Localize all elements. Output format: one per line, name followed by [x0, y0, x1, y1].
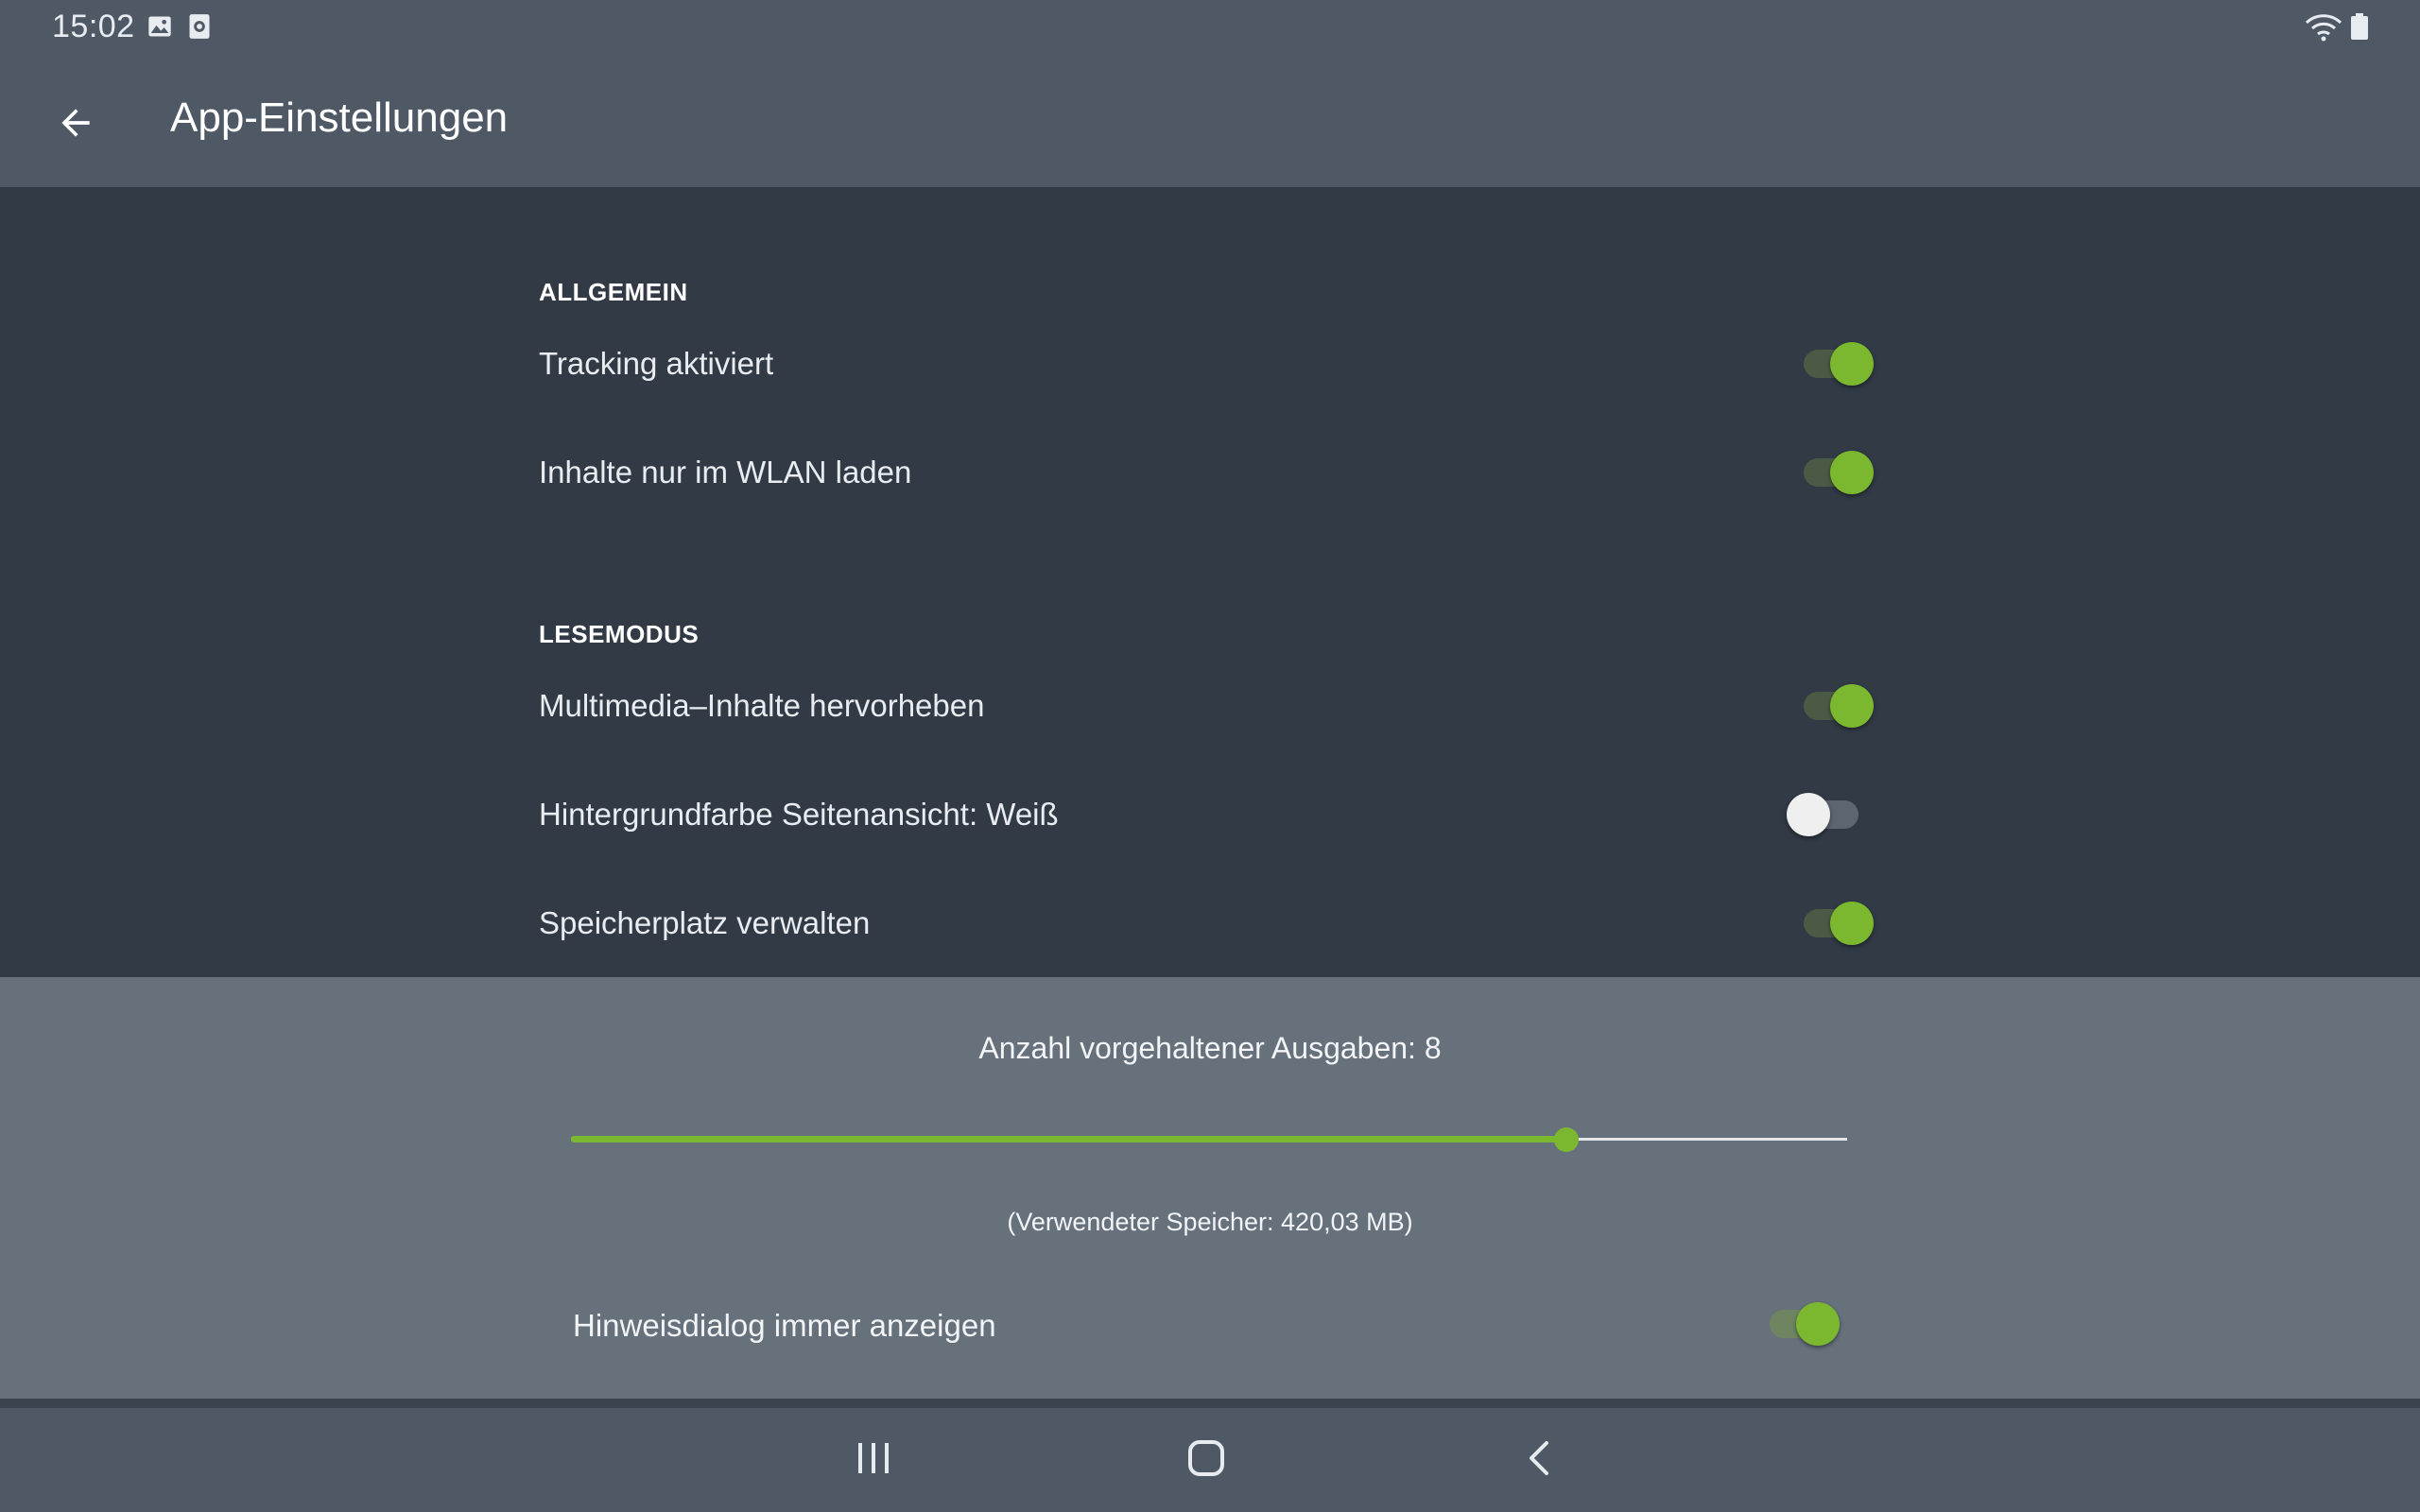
storage-panel: Anzahl vorgehaltener Ausgaben: 8 (Verwen…: [0, 977, 2420, 1399]
screen-recorder-icon: [187, 13, 212, 44]
settings-content: ALLGEMEIN Tracking aktiviert Inhalte nur…: [0, 187, 2420, 977]
setting-label-hint-dialog: Hinweisdialog immer anzeigen: [573, 1308, 996, 1343]
setting-label-storage: Speicherplatz verwalten: [539, 905, 871, 940]
setting-label-wlan-only: Inhalte nur im WLAN laden: [539, 455, 912, 490]
slider-fill: [571, 1136, 1566, 1143]
tracking-toggle[interactable]: [1798, 336, 1874, 389]
image-icon: [147, 13, 173, 44]
app-bar: App-Einstellungen: [0, 53, 2420, 187]
wifi-icon: [2305, 13, 2342, 46]
section-header-reading: LESEMODUS: [539, 620, 700, 648]
arrow-left-icon: [55, 102, 96, 148]
multimedia-highlight-toggle[interactable]: [1798, 679, 1874, 731]
back-button[interactable]: [38, 87, 113, 163]
status-time: 15:02: [52, 9, 135, 44]
used-storage-text: (Verwendeter Speicher: 420,03 MB): [1007, 1208, 1413, 1236]
back-icon: [1524, 1439, 1554, 1482]
status-bar: 15:02: [0, 0, 2420, 53]
slider-label: Anzahl vorgehaltener Ausgaben: 8: [978, 1031, 1442, 1065]
background-white-toggle[interactable]: [1787, 787, 1862, 840]
home-icon: [1187, 1439, 1225, 1482]
battery-icon: [2350, 13, 2369, 44]
navigation-bar: [0, 1408, 2420, 1512]
setting-label-background-color: Hintergrundfarbe Seitenansicht: Weiß: [539, 797, 1059, 832]
storage-manage-toggle[interactable]: [1798, 896, 1874, 949]
hint-dialog-toggle[interactable]: [1764, 1297, 1840, 1349]
divider: [0, 1399, 2420, 1408]
wlan-only-toggle[interactable]: [1798, 445, 1874, 498]
issues-count-slider[interactable]: [571, 1121, 1847, 1159]
slider-thumb[interactable]: [1554, 1127, 1579, 1152]
setting-label-tracking: Tracking aktiviert: [539, 346, 774, 381]
section-header-general: ALLGEMEIN: [539, 278, 688, 306]
setting-label-multimedia: Multimedia–Inhalte hervorheben: [539, 688, 985, 723]
nav-back-button[interactable]: [1501, 1429, 1577, 1491]
recent-apps-button[interactable]: [836, 1429, 911, 1491]
recent-apps-icon: [855, 1441, 892, 1480]
page-title: App-Einstellungen: [170, 94, 509, 141]
home-button[interactable]: [1168, 1429, 1244, 1491]
